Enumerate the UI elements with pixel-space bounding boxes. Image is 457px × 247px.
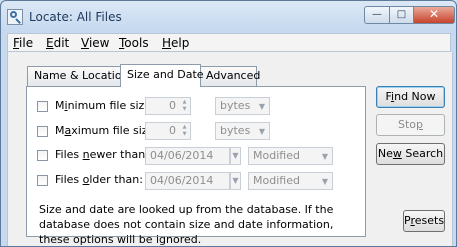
- min-size-unit-select[interactable]: bytes ▼: [215, 97, 270, 115]
- menu-tools[interactable]: Tools: [119, 36, 149, 50]
- presets-button[interactable]: Presets: [403, 210, 445, 232]
- info-text: Size and date are looked up from the dat…: [39, 203, 334, 246]
- older-than-date-input[interactable]: 04/06/2014: [145, 172, 230, 190]
- older-than-mode-select[interactable]: Modified ▼: [248, 172, 333, 190]
- title-bar[interactable]: Locate: All Files — □ ✕: [1, 1, 456, 33]
- max-size-input[interactable]: 0 ▲ ▼: [145, 122, 191, 140]
- max-size-unit-select[interactable]: bytes ▼: [215, 122, 270, 140]
- close-button[interactable]: ✕: [413, 6, 455, 24]
- older-than-checkbox[interactable]: [37, 175, 48, 186]
- menu-help[interactable]: Help: [162, 36, 189, 50]
- dialog-client: Name & Location Size and Date Advanced M…: [7, 52, 453, 246]
- new-search-button[interactable]: New Search: [376, 143, 445, 165]
- menu-view[interactable]: View: [81, 36, 109, 50]
- max-size-checkbox[interactable]: [37, 126, 48, 137]
- spin-arrows-icon[interactable]: ▲ ▼: [180, 99, 189, 113]
- min-size-label: Minimum file size:: [55, 99, 155, 112]
- newer-than-label: Files newer than:: [55, 148, 149, 161]
- menu-edit[interactable]: Edit: [46, 36, 69, 50]
- chevron-down-icon: ▼: [258, 127, 265, 136]
- calendar-dropdown-icon[interactable]: ▼: [230, 172, 241, 190]
- minimize-icon: —: [372, 9, 382, 20]
- tab-size-date[interactable]: Size and Date: [120, 64, 204, 87]
- stop-button[interactable]: Stop: [376, 114, 445, 136]
- chevron-down-icon: ▼: [321, 177, 328, 186]
- menu-bar: File Edit View Tools Help: [7, 33, 451, 52]
- window-title: Locate: All Files: [29, 10, 122, 24]
- older-than-label: Files older than:: [55, 173, 143, 186]
- find-now-button[interactable]: Find Now: [376, 86, 445, 108]
- minimize-button[interactable]: —: [364, 6, 390, 24]
- tab-name-location[interactable]: Name & Location: [27, 66, 129, 86]
- newer-than-checkbox[interactable]: [37, 150, 48, 161]
- calendar-dropdown-icon[interactable]: ▼: [230, 147, 241, 165]
- newer-than-date-input[interactable]: 04/06/2014: [145, 147, 230, 165]
- close-icon: ✕: [428, 7, 440, 21]
- chevron-down-icon: ▼: [258, 102, 265, 111]
- chevron-down-icon: ▼: [321, 152, 328, 161]
- newer-than-mode-select[interactable]: Modified ▼: [248, 147, 333, 165]
- locate-window: Locate: All Files — □ ✕ File Edit View T…: [0, 0, 457, 247]
- max-size-label: Maximum file size:: [55, 124, 158, 137]
- min-size-input[interactable]: 0 ▲ ▼: [145, 97, 191, 115]
- maximize-button[interactable]: □: [389, 6, 414, 24]
- min-size-checkbox[interactable]: [37, 101, 48, 112]
- tab-advanced[interactable]: Advanced: [199, 66, 260, 86]
- menu-file[interactable]: File: [13, 36, 33, 50]
- maximize-icon: □: [396, 9, 407, 20]
- spin-arrows-icon[interactable]: ▲ ▼: [180, 124, 189, 138]
- app-search-icon: [7, 9, 23, 25]
- size-date-panel: Minimum file size: 0 ▲ ▼ bytes ▼ Maximum f…: [26, 86, 366, 246]
